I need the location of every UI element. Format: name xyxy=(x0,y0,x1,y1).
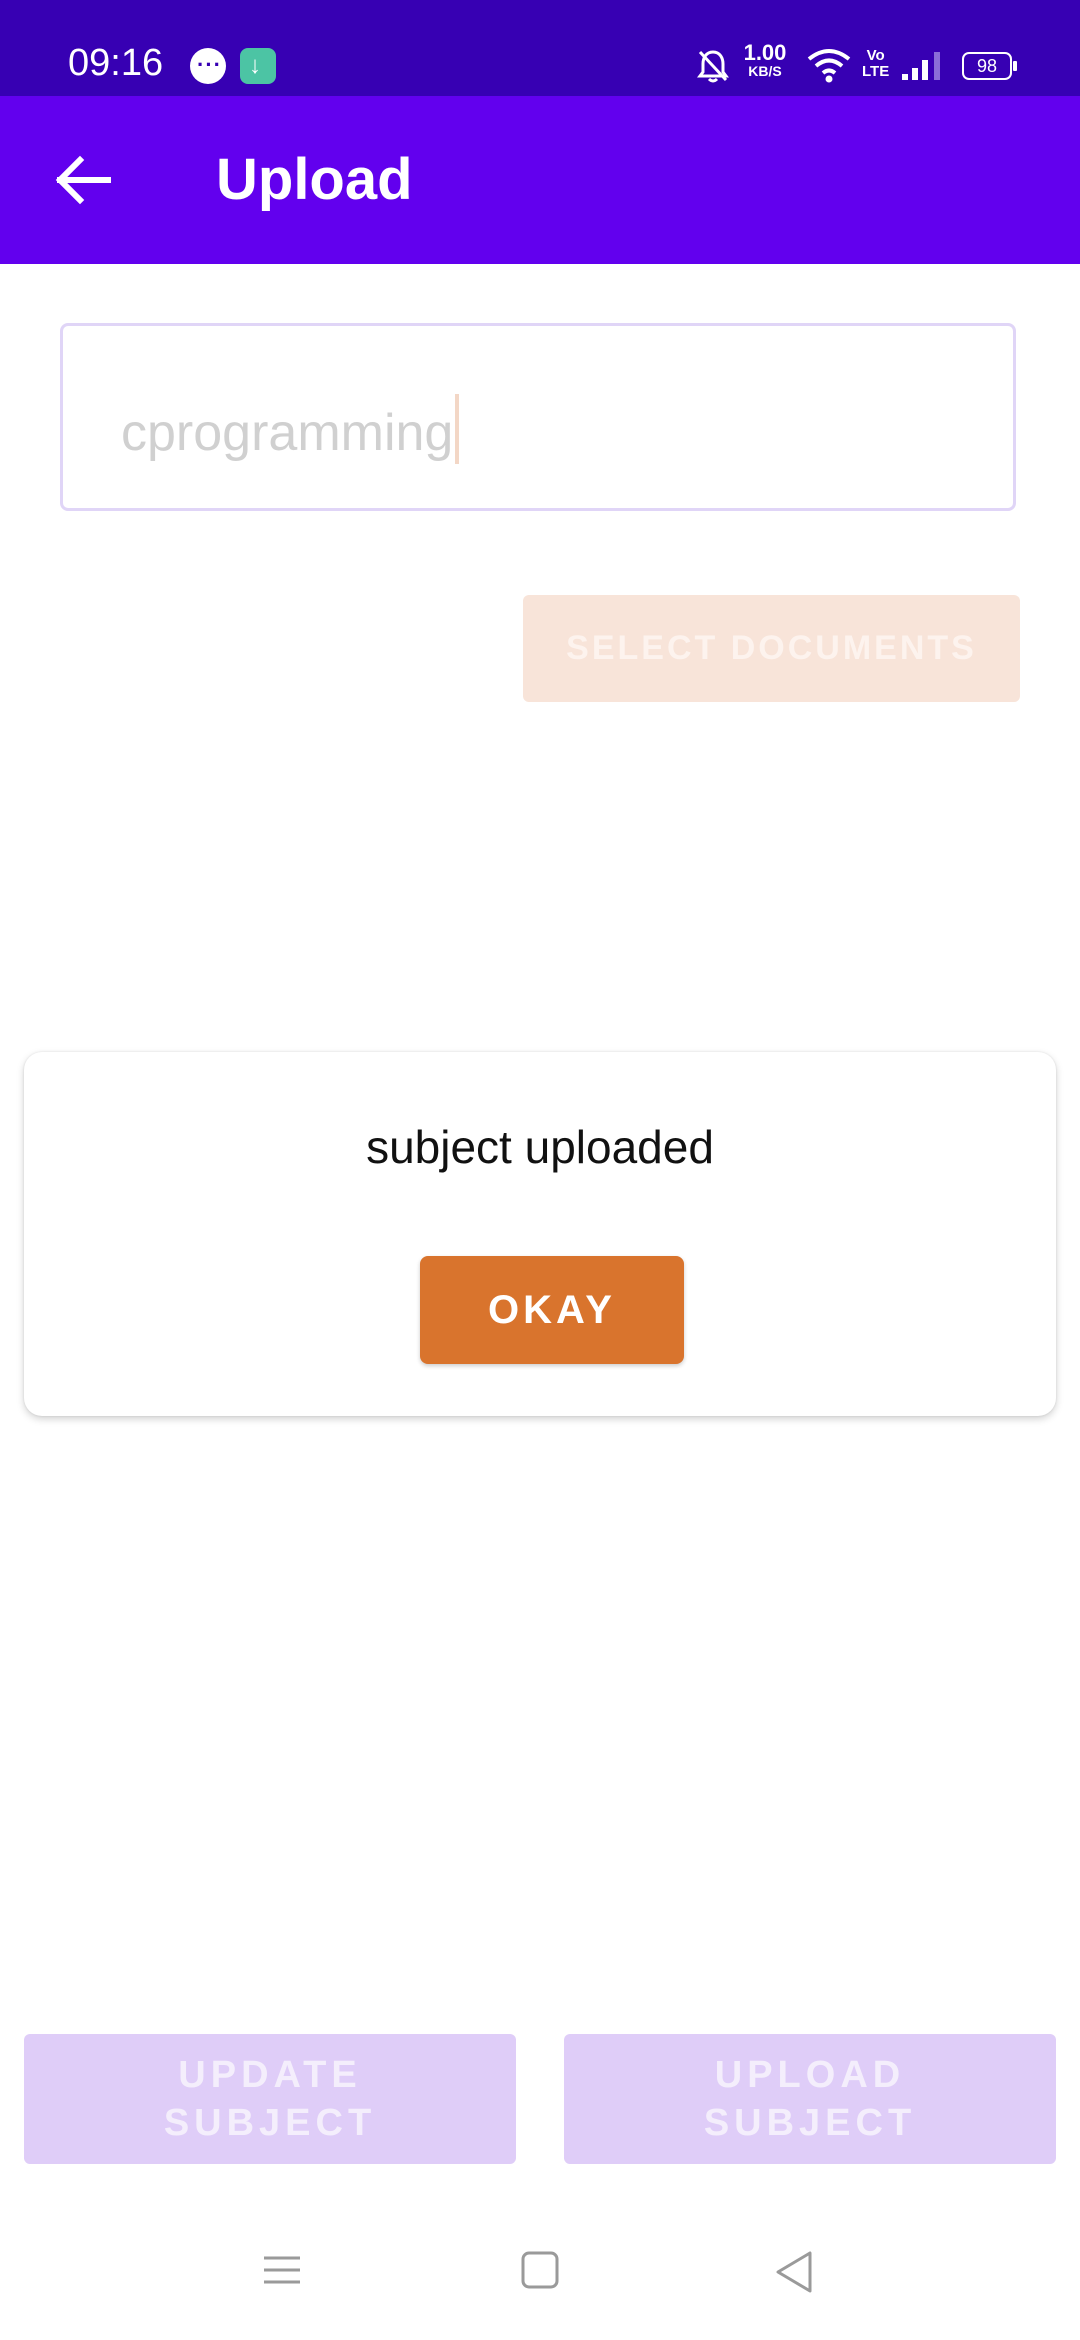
upload-label-line1: UPLOAD xyxy=(714,2054,906,2096)
page-title: Upload xyxy=(216,147,413,212)
app-bar: Upload xyxy=(0,96,1080,264)
select-documents-button[interactable]: SELECT DOCUMENTS xyxy=(523,595,1020,702)
download-icon: ↓ xyxy=(240,48,276,84)
mute-icon xyxy=(697,50,729,83)
subject-text: cprogramming xyxy=(121,404,454,462)
dialog-message: subject uploaded xyxy=(366,1121,714,1173)
update-subject-button[interactable]: UPDATE SUBJECT xyxy=(24,2034,516,2164)
upload-subject-label: UPLOAD SUBJECT xyxy=(680,2051,940,2147)
volte-bottom: LTE xyxy=(862,63,890,80)
subject-input[interactable]: cprogramming xyxy=(60,323,1016,511)
back-button[interactable] xyxy=(44,140,124,220)
update-label-line2: SUBJECT xyxy=(163,2102,377,2144)
upload-success-dialog: subject uploaded OKAY xyxy=(24,1052,1056,1416)
status-time: 09:16 xyxy=(68,42,164,84)
signal-icon xyxy=(902,52,940,80)
upload-label-line2: SUBJECT xyxy=(703,2102,917,2144)
status-bar: 09:16 ··· ↓ 1.00 KB/S Vo LTE 98 xyxy=(0,0,1080,96)
volte-icon: Vo LTE xyxy=(862,48,889,80)
screen: 09:16 ··· ↓ 1.00 KB/S Vo LTE 98 Upload c… xyxy=(0,0,1080,2340)
battery-icon: 98 xyxy=(962,52,1017,80)
network-speed-value: 1.00 xyxy=(743,40,787,65)
battery-level: 98 xyxy=(976,56,998,76)
okay-button[interactable]: OKAY xyxy=(420,1256,684,1364)
subject-input-value[interactable]: cprogramming xyxy=(121,394,460,464)
volte-top: Vo xyxy=(866,47,885,64)
message-icon: ··· xyxy=(190,48,226,84)
system-nav-bar xyxy=(0,2200,1080,2340)
network-speed: 1.00 KB/S xyxy=(738,40,792,80)
home-icon[interactable] xyxy=(520,2250,560,2290)
upload-subject-button[interactable]: UPLOAD SUBJECT xyxy=(564,2034,1056,2164)
text-cursor xyxy=(455,394,460,464)
update-subject-label: UPDATE SUBJECT xyxy=(140,2051,400,2147)
update-label-line1: UPDATE xyxy=(178,2054,362,2096)
arrow-left-icon xyxy=(55,155,111,205)
menu-icon[interactable] xyxy=(262,2250,302,2290)
wifi-icon xyxy=(807,49,851,83)
back-triangle-icon[interactable] xyxy=(774,2250,814,2294)
